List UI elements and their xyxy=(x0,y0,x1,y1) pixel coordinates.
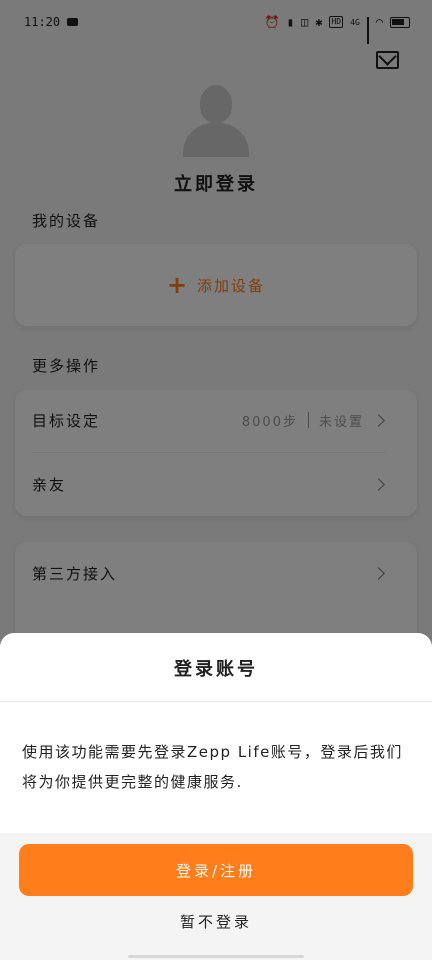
sheet-title: 登录账号 xyxy=(174,659,258,680)
sheet-divider xyxy=(0,701,432,702)
home-indicator[interactable] xyxy=(128,955,304,958)
login-bottom-sheet: 登录账号 使用该功能需要先登录Zepp Life账号，登录后我们将为你提供更完整… xyxy=(0,633,432,960)
skip-login-button[interactable]: 暂不登录 xyxy=(0,911,432,932)
login-register-button[interactable]: 登录/注册 xyxy=(19,844,413,896)
sheet-footer: 登录/注册 暂不登录 xyxy=(0,833,432,960)
sheet-message: 使用该功能需要先登录Zepp Life账号，登录后我们将为你提供更完整的健康服务… xyxy=(22,743,403,791)
